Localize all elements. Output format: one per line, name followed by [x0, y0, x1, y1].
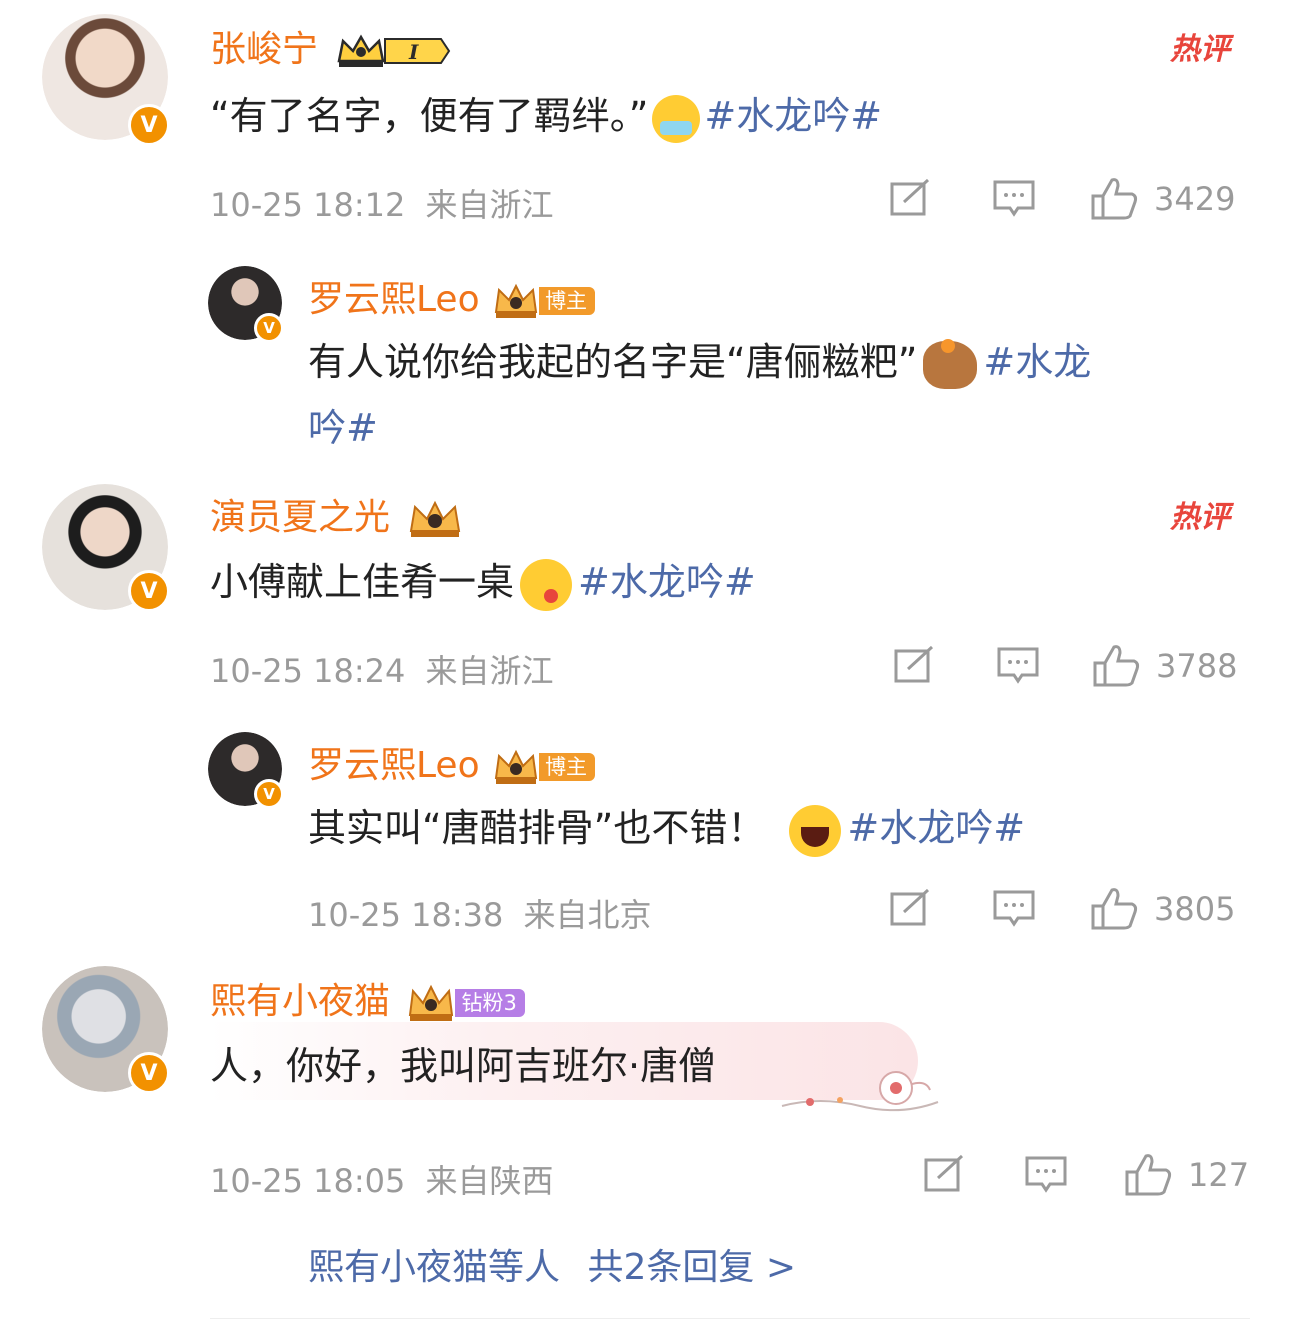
repost-button[interactable] [888, 888, 932, 928]
repost-button[interactable] [888, 178, 932, 218]
comment-meta: 10-25 18:12 来自浙江 [210, 186, 554, 224]
reply-button[interactable] [996, 645, 1040, 685]
verified-badge-icon: V [254, 313, 284, 343]
comment-text: “有了名字，便有了羁绊。” #水龙吟# [210, 90, 882, 143]
hashtag-link[interactable]: #水龙吟# [847, 806, 1025, 850]
comment-text-continued: 吟# [308, 402, 378, 454]
username[interactable]: 张峻宁 I [210, 20, 453, 72]
crown-icon [407, 499, 463, 539]
thumbs-up-icon [1090, 886, 1140, 932]
like-count: 3429 [1154, 180, 1236, 218]
comment-icon [996, 645, 1040, 685]
hashtag-link[interactable]: #水龙 [983, 340, 1091, 384]
blogger-badge: 博主 [539, 753, 596, 781]
like-button[interactable]: 3788 [1092, 643, 1237, 689]
blogger-badge: 博主 [539, 287, 596, 315]
laughing-emoji-icon [789, 804, 842, 857]
comment-text: 其实叫“唐醋排骨”也不错！ #水龙吟# [308, 802, 1025, 857]
comment-icon [1024, 1154, 1068, 1194]
verified-badge-icon: V [128, 104, 170, 146]
repost-icon [922, 1154, 966, 1194]
username[interactable]: 熙有小夜猫 钻粉3 [210, 972, 525, 1024]
teapot-decoration-icon [780, 1056, 940, 1116]
like-button[interactable]: 127 [1124, 1152, 1249, 1198]
reply-button[interactable] [1024, 1154, 1068, 1194]
divider [210, 1318, 1250, 1319]
crown-icon [407, 983, 455, 1023]
comment-text: 有人说你给我起的名字是“唐俪糍粑” #水龙 [308, 336, 1091, 389]
verified-badge-icon: V [128, 570, 170, 612]
comment-text: 人，你好，我叫阿吉班尔·唐僧 [210, 1044, 717, 1088]
comment-icon [992, 178, 1036, 218]
repost-button[interactable] [892, 645, 936, 685]
verified-badge-icon: V [254, 779, 284, 809]
repost-icon [888, 178, 932, 218]
comment-meta: 10-25 18:05 来自陕西 [210, 1162, 554, 1200]
like-button[interactable]: 3429 [1090, 176, 1235, 222]
like-count: 127 [1188, 1156, 1250, 1194]
username[interactable]: 罗云熙Leo 博主 [308, 736, 596, 788]
hot-comment-badge: 热评 [1170, 500, 1230, 535]
like-count: 3788 [1156, 647, 1238, 685]
thumbs-up-icon [1092, 643, 1142, 689]
username[interactable]: 罗云熙Leo 博主 [308, 270, 596, 322]
comment-icon [992, 888, 1036, 928]
like-button[interactable]: 3805 [1090, 886, 1235, 932]
svg-text:I: I [408, 40, 419, 64]
hashtag-link[interactable]: #水龙吟# [578, 560, 756, 604]
vip-crown-icon: I [335, 31, 453, 71]
verified-badge-icon: V [128, 1052, 170, 1094]
comment-text: 小傅献上佳肴一桌 #水龙吟# [210, 556, 756, 611]
more-replies-link[interactable]: 熙有小夜猫等人 共2条回复 > [308, 1238, 796, 1290]
repost-icon [888, 888, 932, 928]
comment-meta: 10-25 18:24 来自浙江 [210, 652, 554, 690]
thumbs-up-icon [1124, 1152, 1174, 1198]
crown-icon [493, 282, 539, 320]
hot-comment-badge: 热评 [1170, 32, 1230, 67]
reply-button[interactable] [992, 178, 1036, 218]
repost-button[interactable] [922, 1154, 966, 1194]
comment-meta: 10-25 18:38 来自北京 [308, 896, 652, 934]
mask-emoji-icon [652, 94, 701, 143]
repost-icon [892, 645, 936, 685]
crown-icon [493, 748, 539, 786]
capybara-emoji-icon [923, 338, 978, 389]
reply-button[interactable] [992, 888, 1036, 928]
hashtag-link[interactable]: 吟# [308, 406, 378, 450]
thumbs-up-icon [1090, 176, 1140, 222]
hashtag-link[interactable]: #水龙吟# [704, 94, 882, 138]
username[interactable]: 演员夏之光 [210, 488, 463, 540]
like-count: 3805 [1154, 890, 1236, 928]
yummy-emoji-icon [520, 558, 573, 611]
fan-level-badge: 钻粉3 [455, 989, 525, 1017]
